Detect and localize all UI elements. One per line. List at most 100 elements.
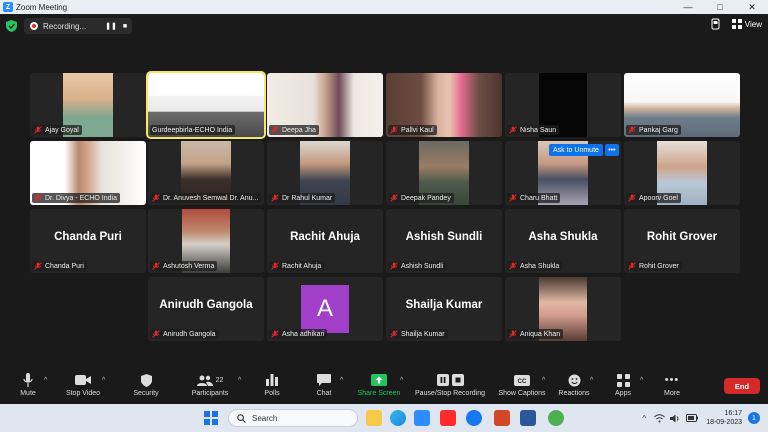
zoom-logo-icon: Z [3,2,13,12]
reactions-button[interactable]: Reactions [556,372,592,402]
more-button[interactable]: ••• More [658,372,686,402]
edge-browser-icon[interactable] [390,410,406,426]
participant-tile-anuvesh[interactable]: Dr. Anuvesh Semwal Dr. Anu... [148,141,264,205]
microphone-icon [23,372,33,387]
participant-display-name: Rachit Ahuja [290,231,360,243]
file-explorer-icon[interactable] [366,410,382,426]
participant-name-tag: Dr. Anuvesh Semwal Dr. Anu... [150,193,262,203]
chat-options-caret-icon[interactable]: ^ [340,377,343,384]
participant-tile-pallvi[interactable]: Pallvi Kaul [386,73,502,137]
show-captions-label: Show Captions [498,390,546,397]
apps-options-caret-icon[interactable]: ^ [640,377,643,384]
participant-tile-rahul[interactable]: Dr Rahul Kumar [267,141,383,205]
facebook-icon[interactable] [466,410,482,426]
participant-tile-rachit[interactable]: Rachit Ahuja Rachit Ahuja [267,209,383,273]
stop-recording-icon[interactable]: ■ [118,23,132,30]
more-options-button[interactable]: ••• [604,144,619,156]
polls-label: Polls [264,390,280,397]
more-dots-icon: ••• [664,374,680,386]
participant-name: Aniqua Khan [520,330,561,338]
meeting-toolbar: Mute ^ Stop Video ^ Security 22 Particip… [0,370,768,404]
participant-name-tag: Pallvi Kaul [388,125,437,135]
participant-tile-divya[interactable]: Dr. Divya - ECHO India [30,141,146,205]
muted-microphone-icon [152,330,160,338]
speaker-icon[interactable] [670,414,681,423]
search-icon [237,413,246,423]
show-captions-button[interactable]: CC Show Captions [496,372,548,402]
participant-name-tag: Deepa Jha [269,125,319,135]
word-icon[interactable] [520,410,536,426]
view-button[interactable]: View [731,19,762,29]
top-right-controls: View [711,18,762,30]
chevron-up-icon[interactable]: ^ [642,414,646,423]
apps-button[interactable]: Apps [610,372,636,402]
powerpoint-icon[interactable] [494,410,510,426]
security-label: Security [133,390,159,397]
phone-icon[interactable] [711,18,720,30]
participant-tile-ajay[interactable]: Ajay Goyal [30,73,146,137]
participant-tile-anirudh[interactable]: Anirudh Gangola Anirudh Gangola [148,277,264,341]
participant-tile-ashish[interactable]: Ashish Sundli Ashish Sundli [386,209,502,273]
participant-tile-gurdeep[interactable]: Gurdeepbirla-ECHO India [146,71,266,139]
battery-icon[interactable] [686,414,699,422]
end-meeting-button[interactable]: End [724,378,760,394]
participant-tile-nisha[interactable]: Nisha Saun [505,73,621,137]
clock-date: 18-09-2023 [706,419,742,426]
chat-button[interactable]: Chat [310,372,338,402]
participant-tile-deepa[interactable]: Deepa Jha [267,73,383,137]
polls-button[interactable]: Polls [258,372,286,402]
participant-name-tag: Pankaj Garg [626,125,681,135]
participant-tile-chanda[interactable]: Chanda Puri Chanda Puri [30,209,146,273]
chat-bubble-icon [317,374,331,386]
windows-taskbar: Search ^ 16:17 18-09-2023 1 [0,404,768,432]
share-options-caret-icon[interactable]: ^ [400,377,403,384]
mute-button[interactable]: Mute [14,372,42,402]
muted-microphone-icon [509,126,517,134]
mute-options-caret-icon[interactable]: ^ [44,377,47,384]
window-title-bar: Z Zoom Meeting — □ ✕ [0,0,768,14]
youtube-icon[interactable] [440,410,456,426]
stop-video-button[interactable]: Stop Video [62,372,104,402]
pause-recording-icon[interactable]: ❚❚ [104,22,118,30]
participant-name-tag: Rohit Grover [626,261,682,271]
stop-video-label: Stop Video [65,390,101,397]
zoom-taskbar-icon[interactable] [414,410,430,426]
svg-text:CC: CC [518,379,527,385]
taskbar-clock[interactable]: 16:17 18-09-2023 [706,409,742,427]
participant-tile-deepak[interactable]: Deepak Pandey [386,141,502,205]
participant-display-name: Ashish Sundli [405,231,483,243]
participants-button[interactable]: 22 Participants [188,372,232,402]
participant-tile-apoorv[interactable]: Apoorv Goel [624,141,740,205]
captions-options-caret-icon[interactable]: ^ [542,377,545,384]
participant-tile-shailja[interactable]: Shailja Kumar Shailja Kumar [386,277,502,341]
participant-tile-ashutosh[interactable]: Ashutosh Verma [148,209,264,273]
pause-stop-recording-button[interactable]: Pause/Stop Recording [412,372,488,402]
participant-tile-aniqua[interactable]: Aniqua Khan [505,277,621,341]
closed-captions-icon: CC [514,374,530,386]
maximize-icon[interactable]: □ [704,0,736,14]
notification-badge[interactable]: 1 [748,412,760,424]
participant-tile-rohit[interactable]: Rohit Grover Rohit Grover [624,209,740,273]
grid-view-icon [731,19,742,29]
participant-name: Dr. Divya - ECHO India [45,194,117,202]
participant-tile-asha[interactable]: Asha Shukla Asha Shukla [505,209,621,273]
participant-tile-ashaadh[interactable]: A Asha adhikari [267,277,383,341]
video-options-caret-icon[interactable]: ^ [102,377,105,384]
close-icon[interactable]: ✕ [736,0,768,14]
share-screen-button[interactable]: Share Screen [356,372,402,402]
minimize-icon[interactable]: — [672,0,704,14]
wifi-icon[interactable] [654,413,666,423]
security-button[interactable]: Security [130,372,162,402]
windows-start-icon[interactable] [204,411,218,425]
ask-to-unmute-button[interactable]: Ask to Unmute [549,144,603,156]
chrome-icon[interactable] [548,410,564,426]
search-label: Search [252,413,278,423]
participant-tile-pankaj[interactable]: Pankaj Garg [624,73,740,137]
reactions-options-caret-icon[interactable]: ^ [590,377,593,384]
participant-name: Nisha Saun [520,126,557,134]
participants-options-caret-icon[interactable]: ^ [238,377,241,384]
encryption-shield-icon[interactable] [6,20,17,32]
taskbar-search-box[interactable]: Search [228,409,358,427]
participant-name-tag: Dr. Divya - ECHO India [32,193,120,203]
participant-name-tag: Charu Bhatt [507,193,561,203]
